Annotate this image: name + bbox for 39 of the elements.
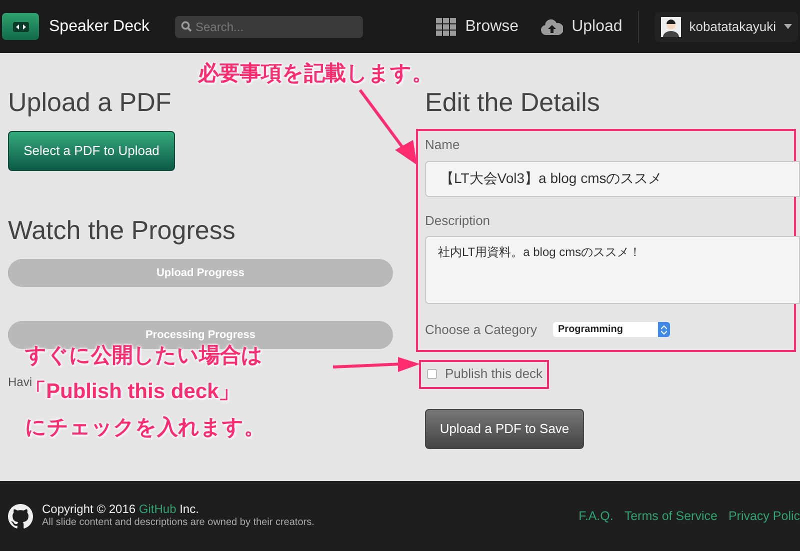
checkbox[interactable] — [427, 369, 437, 379]
cloud-upload-icon — [540, 18, 563, 34]
field-label: Description — [425, 212, 492, 230]
nav-link[interactable]: Upload — [540, 14, 622, 38]
search-field[interactable]: Search... — [174, 16, 362, 38]
section-heading: Upload a PDF — [8, 89, 172, 115]
footer-link[interactable]: Terms of Service — [624, 506, 718, 526]
nav-link[interactable]: Browse — [436, 14, 519, 38]
grid-icon — [436, 18, 456, 36]
avatar-icon — [661, 16, 682, 36]
annotation-text: にチェックを入れます。 — [25, 417, 265, 438]
annotation-text: すぐに公開したい場合は — [25, 345, 264, 366]
caret-icon — [784, 24, 792, 29]
user-menu[interactable]: kobatatakayuki — [655, 12, 798, 42]
select-pdf-button[interactable]: Select a PDF to Upload — [8, 131, 175, 171]
description-field[interactable]: 社内LT用資料。a blog cmsのススメ！ — [425, 236, 800, 304]
copyright-text: Copyright © 2016 GitHub Inc. — [42, 502, 200, 518]
ownership-notice: All slide content and descriptions are owned by their creators. — [42, 517, 314, 530]
progress-label: Upload Progress — [156, 266, 245, 281]
stepper-icon — [658, 322, 670, 338]
field-label: Name — [425, 136, 461, 154]
search-icon — [180, 21, 192, 32]
help-text: Havi — [8, 374, 32, 391]
category-select[interactable]: Programming — [553, 322, 670, 338]
github-link[interactable]: GitHub — [138, 502, 176, 516]
checkbox-label: Publish this deck — [445, 365, 543, 384]
save-button[interactable]: Upload a PDF to Save — [425, 408, 584, 448]
logo-icon[interactable] — [2, 13, 39, 40]
search-input[interactable]: Search... — [196, 18, 356, 36]
brand-name[interactable]: Speaker Deck — [49, 14, 150, 38]
annotation-text: 必要事項を記載します。 — [198, 63, 433, 84]
section-heading: Edit the Details — [425, 89, 601, 115]
octocat-icon — [8, 504, 33, 528]
field-label: Choose a Category — [425, 321, 538, 339]
name-field[interactable]: 【LT大会Vol3】a blog cmsのススメ — [425, 160, 800, 196]
section-heading: Watch the Progress — [8, 217, 236, 243]
footer-link[interactable]: Privacy Polic — [728, 506, 800, 526]
progress-label: Processing Progress — [145, 328, 256, 343]
footer-link[interactable]: F.A.Q. — [578, 506, 614, 526]
